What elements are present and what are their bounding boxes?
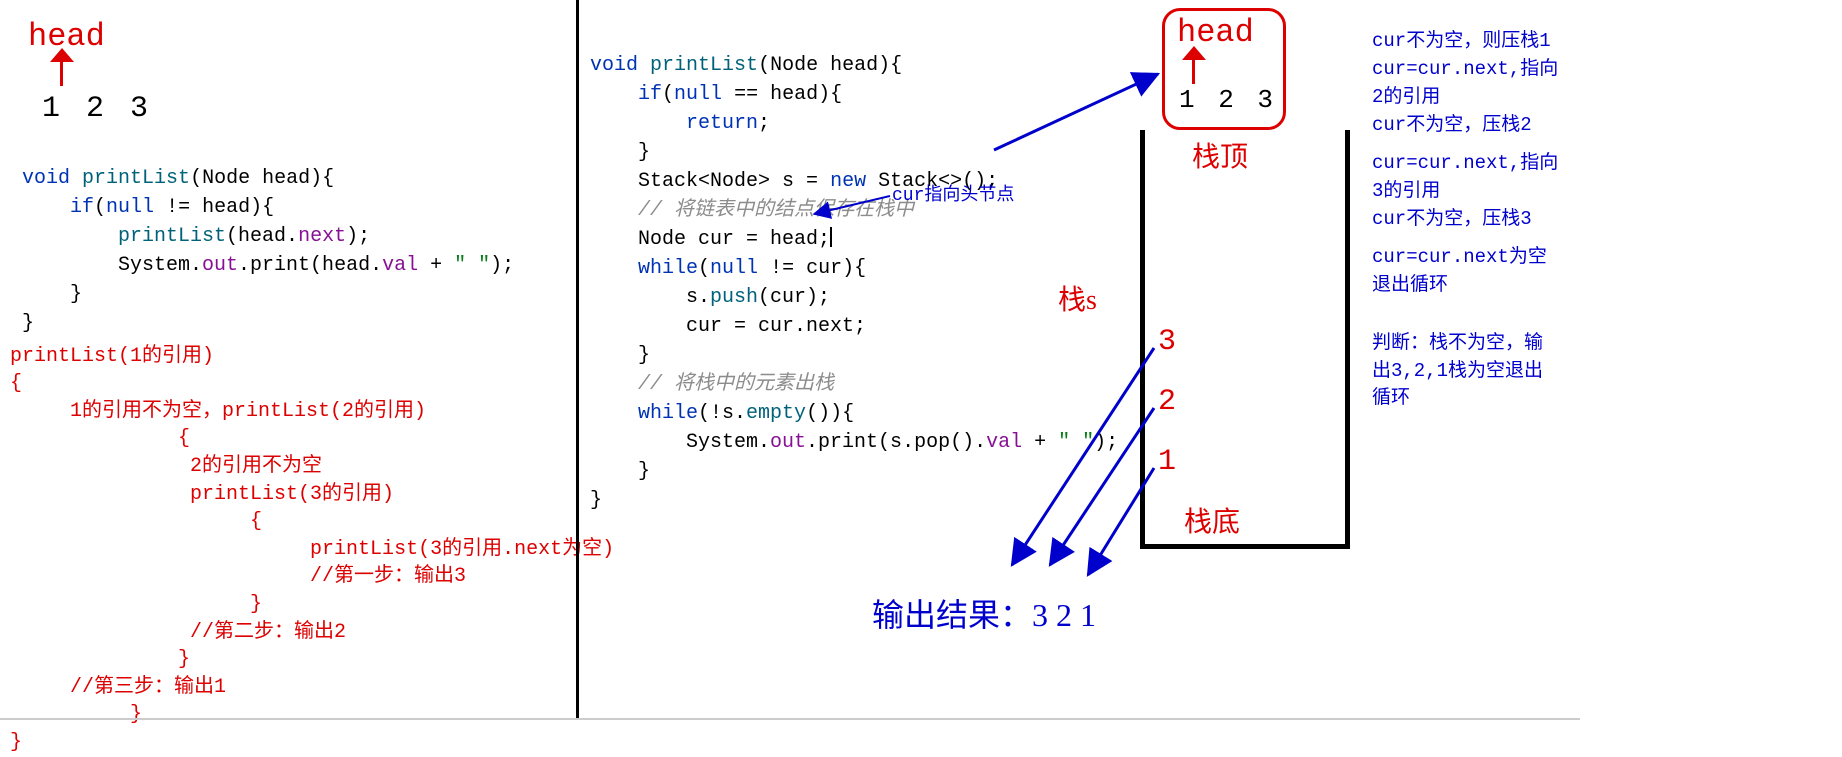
- note-3: cur不为空，压栈2: [1372, 112, 1532, 140]
- bottom-rule: [0, 718, 1580, 720]
- right-panel: void printList(Node head){ if(null == he…: [582, 0, 1842, 720]
- note-7: 判断：栈不为空，输 出3,2,1栈为空退出 循环: [1372, 330, 1543, 413]
- note-5: cur不为空，压栈3: [1372, 206, 1532, 234]
- list-nums-left: 1 2 3: [42, 92, 152, 126]
- note-1: cur不为空，则压栈1: [1372, 28, 1551, 56]
- note-4: cur=cur.next,指向 3的引用: [1372, 150, 1558, 205]
- left-panel: head 1 2 3 void printList(Node head){ if…: [0, 0, 575, 720]
- arrows-svg: [582, 0, 1382, 720]
- recursion-trace: printList(1的引用) { 1的引用不为空，printList(2的引用…: [10, 315, 614, 757]
- note-2: cur=cur.next,指向 2的引用: [1372, 56, 1558, 111]
- recursive-code: void printList(Node head){ if(null != he…: [22, 135, 514, 338]
- divider: [576, 0, 579, 720]
- note-6: cur=cur.next为空 退出循环: [1372, 244, 1547, 299]
